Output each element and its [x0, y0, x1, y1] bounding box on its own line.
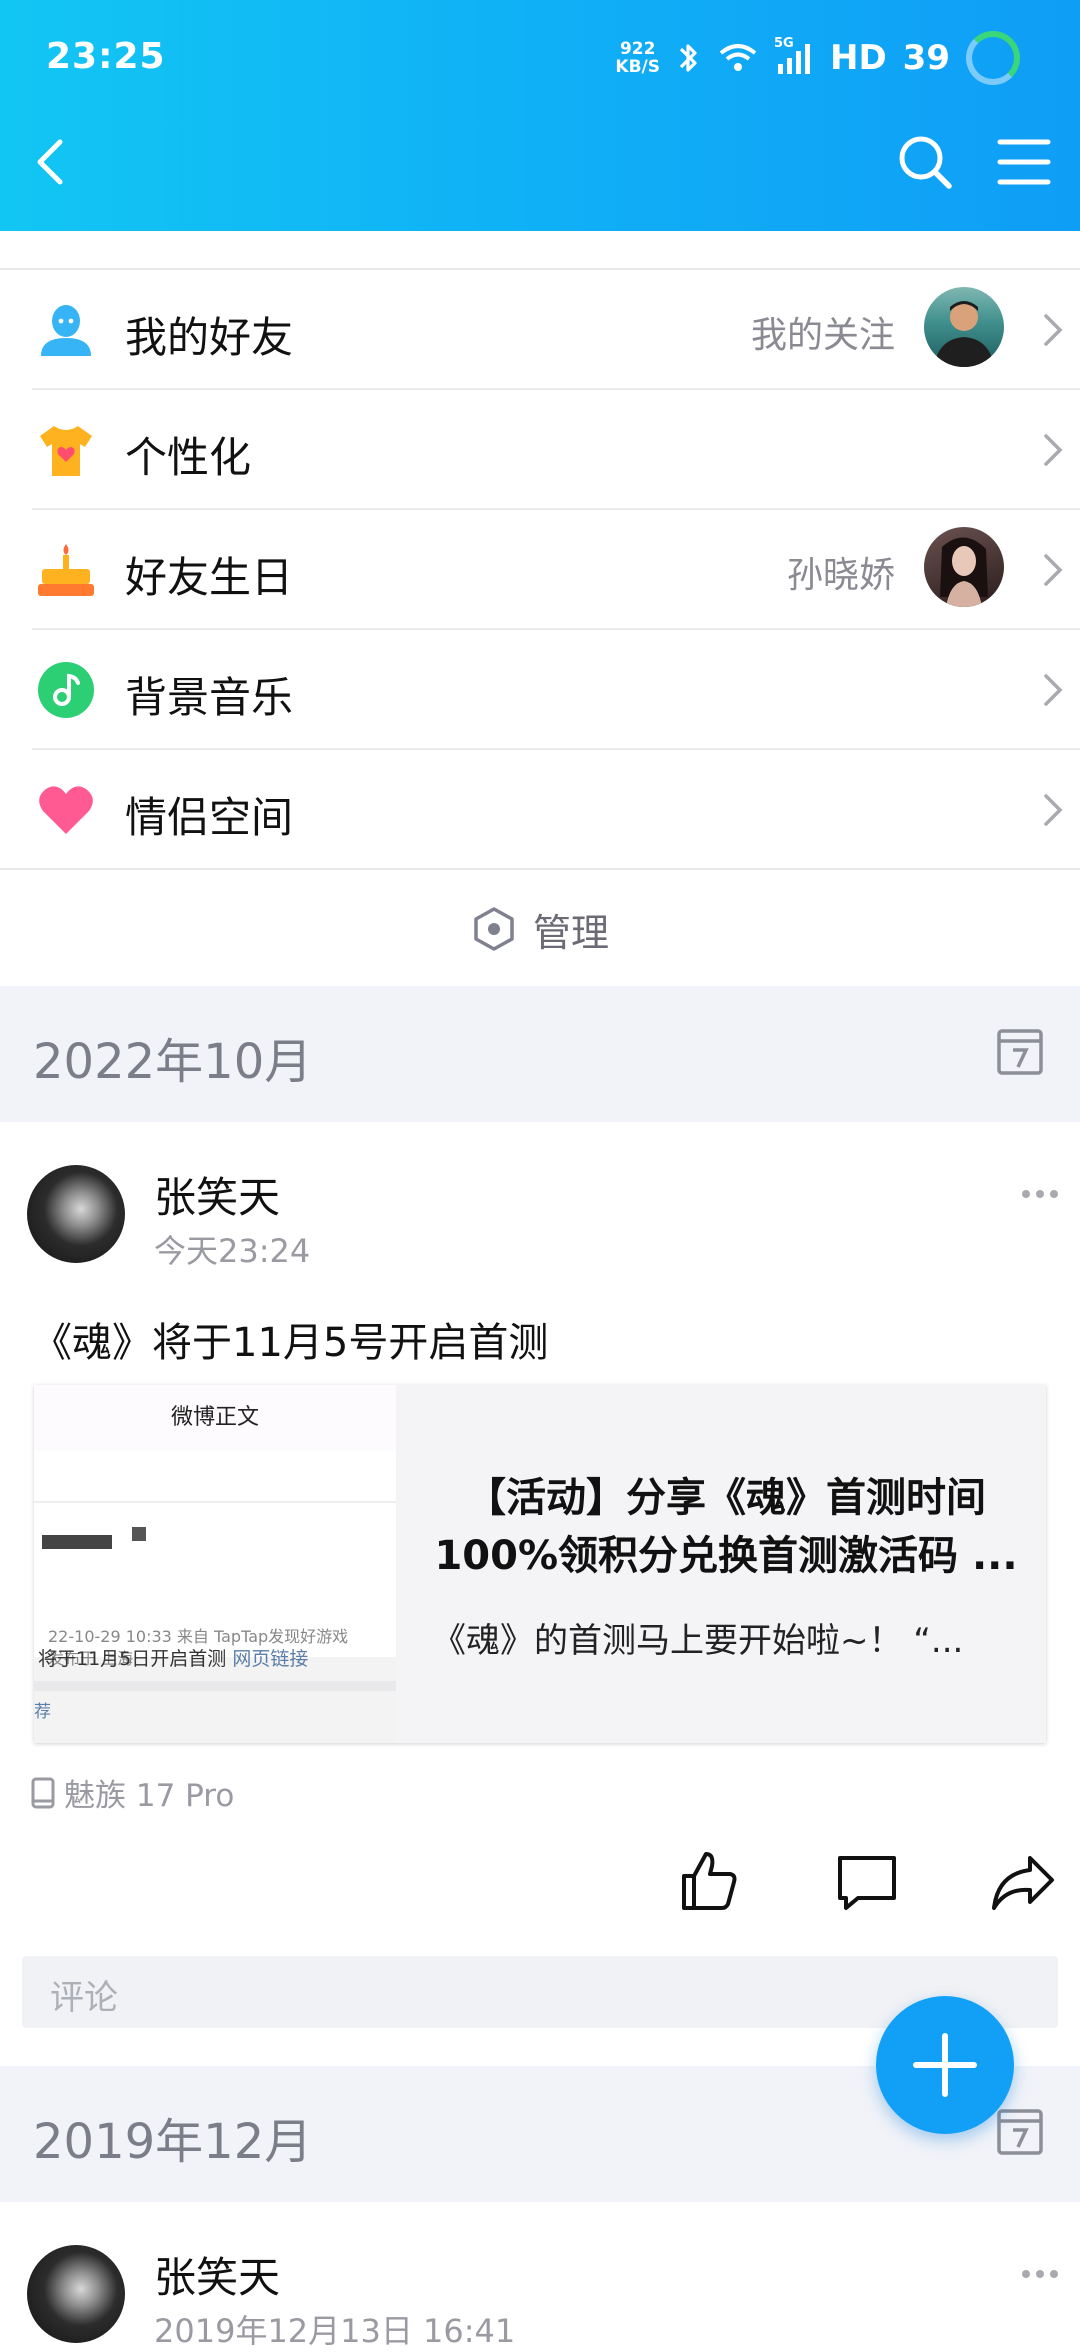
row-background-music[interactable]: 背景音乐: [32, 630, 1080, 750]
chevron-right-icon: [1044, 554, 1063, 586]
like-button[interactable]: [676, 1848, 742, 1914]
post-time: 2019年12月13日 16:41: [154, 2312, 516, 2350]
search-button[interactable]: [895, 132, 955, 192]
avatar[interactable]: [27, 2245, 125, 2343]
music-note-icon: [38, 662, 94, 718]
more-icon[interactable]: [1020, 2268, 1060, 2280]
row-label: 我的好友: [125, 313, 294, 362]
month-header: 2022年10月: [0, 986, 1080, 1122]
month-label: 2022年10月: [33, 1034, 313, 1090]
post-text: 《魂》将于11月5号开启首测: [32, 1320, 549, 1366]
add-post-button[interactable]: [876, 1996, 1014, 2134]
row-label: 个性化: [125, 433, 252, 482]
more-icon[interactable]: [1020, 1188, 1060, 1200]
post-author[interactable]: 张笑天: [154, 2244, 280, 2305]
row-personalize[interactable]: 个性化: [32, 390, 1080, 510]
post-author[interactable]: 张笑天: [154, 1164, 280, 1225]
manage-label: 管理: [532, 910, 609, 955]
row-label: 背景音乐: [125, 673, 294, 722]
chevron-right-icon: [1044, 314, 1063, 346]
wifi-icon: [719, 44, 757, 71]
status-time: 23:25: [46, 36, 166, 77]
avatar: [924, 527, 1004, 607]
plus-icon: [913, 2033, 977, 2097]
status-bar: 23:25 922 KB/S 5G HD 39: [0, 0, 1080, 120]
menu-button[interactable]: [996, 136, 1052, 188]
calendar-icon[interactable]: [996, 1024, 1044, 1076]
feature-list: 我的好友 我的关注 个性化 好友生日 孙晓娇 背景音乐 情侣空间: [0, 268, 1080, 868]
phone-icon: [31, 1777, 55, 1808]
chevron-right-icon: [1044, 794, 1063, 826]
row-couple-space[interactable]: 情侣空间: [32, 750, 1080, 868]
post-time: 今天23:24: [154, 1232, 311, 1270]
bluetooth-icon: [679, 44, 697, 72]
tshirt-icon: [40, 426, 92, 476]
shared-description: 《魂》的首测马上要开始啦~！ “...: [432, 1621, 964, 1661]
row-my-friends[interactable]: 我的好友 我的关注: [32, 270, 1080, 390]
chevron-right-icon: [1044, 674, 1063, 706]
blurred-name: [42, 1535, 112, 1549]
status-icons: 922 KB/S 5G HD 39: [615, 28, 1020, 88]
hexagon-settings-icon: [474, 907, 514, 951]
thumb-text: 将于11月5日开启首测 网页链接: [38, 1648, 309, 1670]
chevron-right-icon: [1044, 434, 1063, 466]
birthday-cake-icon: [38, 544, 94, 596]
row-label: 情侣空间: [125, 793, 294, 842]
row-sub-label: 我的关注: [750, 315, 895, 356]
heart-icon: [39, 786, 93, 834]
back-button[interactable]: [22, 130, 82, 194]
battery-ring-icon: [966, 31, 1020, 85]
avatar: [924, 287, 1004, 367]
battery-level: 39: [902, 38, 950, 78]
comment-placeholder: 评论: [50, 1978, 118, 2018]
row-friend-birthday[interactable]: 好友生日 孙晓娇: [32, 510, 1080, 630]
comment-button[interactable]: [834, 1848, 900, 1914]
top-bar: 23:25 922 KB/S 5G HD 39: [0, 0, 1080, 231]
cell-signal-icon: 5G: [774, 36, 814, 76]
shared-thumbnail: 微博正文 22-10-29 10:33 来自 TapTap发现好游戏 发布于 上…: [34, 1385, 396, 1743]
shared-link-card[interactable]: 微博正文 22-10-29 10:33 来自 TapTap发现好游戏 发布于 上…: [34, 1385, 1046, 1743]
shared-title: 【活动】分享《魂》首测时间 100%领积分兑换首测激活码 ...: [434, 1475, 1018, 1579]
net-speed: 922 KB/S: [615, 39, 660, 77]
device-label: 魅族 17 Pro: [30, 1770, 234, 1815]
row-label: 好友生日: [125, 553, 294, 602]
friend-icon: [41, 305, 91, 356]
share-button[interactable]: [990, 1848, 1056, 1914]
row-sub-label: 孙晓娇: [786, 555, 895, 596]
month-label: 2019年12月: [33, 2114, 313, 2170]
hd-label: HD: [829, 38, 887, 78]
thumb-header: 微博正文: [34, 1385, 396, 1451]
manage-button[interactable]: 管理: [0, 868, 1080, 988]
avatar[interactable]: [27, 1165, 125, 1263]
